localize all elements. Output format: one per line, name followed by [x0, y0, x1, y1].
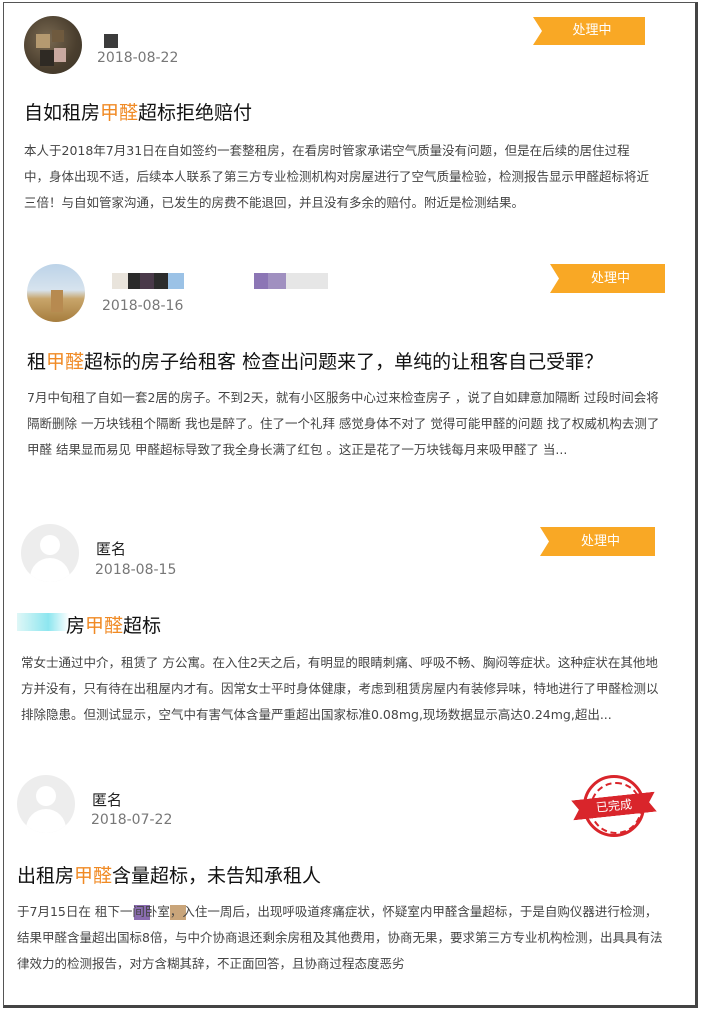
- redacted-username: [100, 273, 328, 289]
- username: 匿名: [96, 540, 127, 558]
- anonymous-avatar-icon[interactable]: [17, 775, 75, 833]
- post-date: 2018-08-15: [95, 562, 177, 578]
- username: 匿名: [92, 791, 123, 809]
- completed-stamp-icon: 已完成: [583, 775, 645, 837]
- anonymous-avatar-icon[interactable]: [21, 524, 79, 582]
- post-date: 2018-07-22: [91, 812, 173, 828]
- redacted-username: [100, 34, 124, 48]
- complaint-excerpt: 于7月15日在 租下一间卧室，入住一周后，出现呼吸道疼痛症状，怀疑室内甲醛含量超…: [17, 904, 663, 971]
- complaint-excerpt: 常女士通过中介，租赁了 方公寓。在入住2天之后，有明显的眼睛刺痛、呼吸不畅、胸闷…: [21, 655, 659, 722]
- complaint-excerpt: 本人于2018年7月31日在自如签约一套整租房，在看房时管家承诺空气质量没有问题…: [24, 143, 650, 210]
- user-avatar[interactable]: [24, 16, 82, 74]
- status-badge: 处理中: [533, 17, 645, 45]
- complaint-title[interactable]: 房甲醛超标: [66, 611, 161, 638]
- complaint-title[interactable]: 自如租房甲醛超标拒绝赔付: [24, 98, 252, 125]
- post-date: 2018-08-16: [102, 298, 184, 314]
- complaint-title[interactable]: 出租房甲醛含量超标，未告知承租人: [17, 861, 321, 888]
- complaint-title[interactable]: 租甲醛超标的房子给租客 检查出问题来了，单纯的让租客自己受罪？: [27, 347, 603, 374]
- status-badge: 处理中: [540, 527, 655, 556]
- complaint-excerpt: 7月中旬租了自如一套2居的房子。不到2天，就有小区服务中心过来检查房子 ，说了自…: [27, 390, 660, 457]
- post-date: 2018-08-22: [97, 50, 179, 66]
- status-badge: 处理中: [550, 264, 665, 293]
- user-avatar[interactable]: [27, 264, 85, 322]
- redacted-text: [17, 613, 69, 631]
